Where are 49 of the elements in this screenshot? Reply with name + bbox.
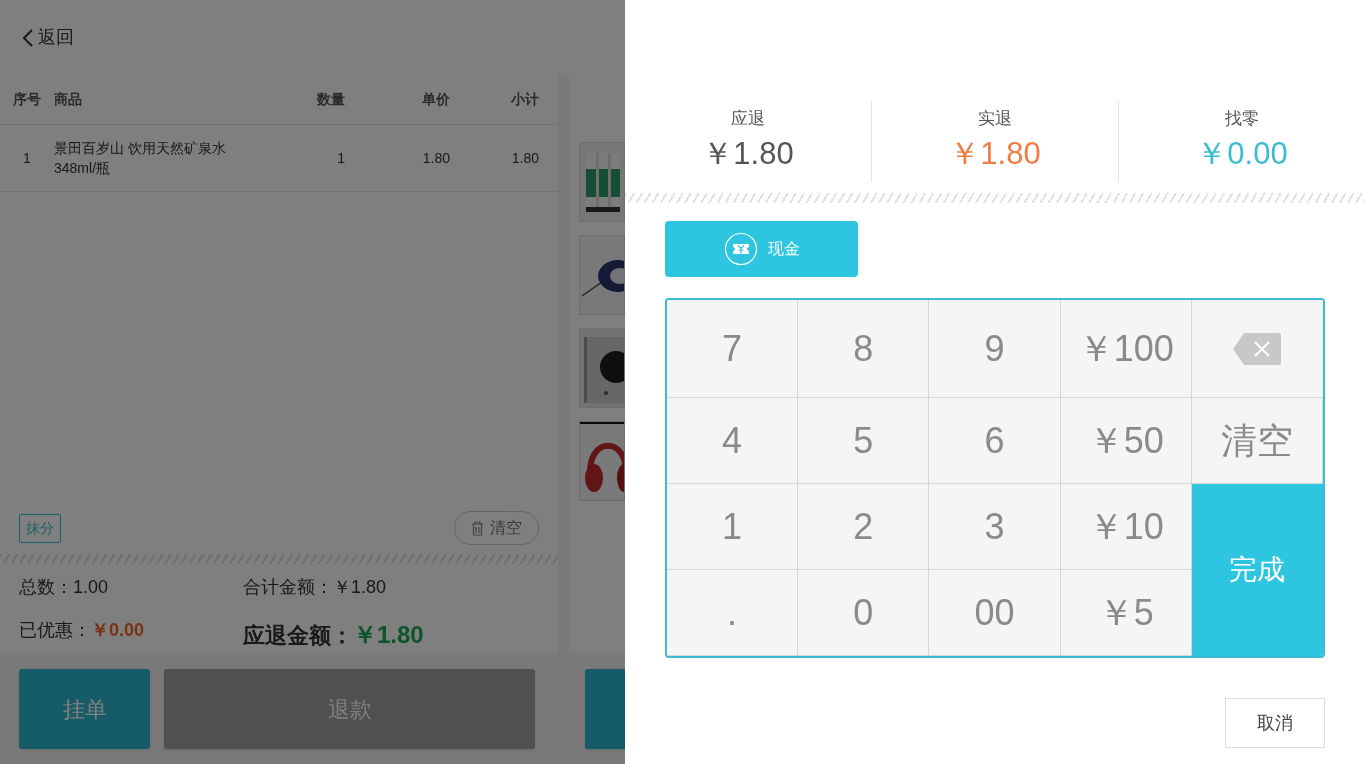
back-icon xyxy=(22,27,34,48)
table-cell-text: 1.80 xyxy=(510,148,540,168)
keypad-key[interactable]: ￥100 xyxy=(1060,300,1192,398)
summary-label: 实退 xyxy=(978,108,1012,131)
action-button[interactable]: 挂单 xyxy=(19,669,151,749)
keypad-key[interactable]: ￥5 xyxy=(1060,570,1192,656)
tag-chip[interactable]: 抹分 xyxy=(19,513,61,543)
back-link[interactable]: 返回 xyxy=(22,24,74,51)
keypad-key[interactable]: 5 xyxy=(798,398,930,484)
backspace-key[interactable] xyxy=(1191,300,1323,398)
cash-button[interactable]: 现金 xyxy=(665,221,858,277)
discount-amount: 已优惠：￥0.00 xyxy=(19,619,146,642)
keypad-key[interactable]: ￥10 xyxy=(1060,484,1192,570)
keypad-key[interactable]: 1 xyxy=(667,484,799,570)
summary-label: 找零 xyxy=(1225,108,1259,131)
column-header: 单价 xyxy=(421,90,450,109)
keypad-key[interactable]: ￥50 xyxy=(1060,398,1192,484)
column-header: 数量 xyxy=(316,90,345,109)
summary-amount: ￥0.00 xyxy=(1196,134,1288,173)
table-cell-text: 1 xyxy=(336,148,345,168)
total-amount: 合计金额：￥1.80 xyxy=(243,576,388,599)
column-header: 序号 xyxy=(12,90,42,109)
keypad-key[interactable]: 2 xyxy=(798,484,930,570)
backspace-icon xyxy=(1232,331,1283,366)
table-cell-text: 1 xyxy=(22,148,32,168)
summary-amount: ￥1.80 xyxy=(949,134,1041,173)
cash-icon xyxy=(723,232,758,266)
done-button[interactable]: 完成 xyxy=(1191,484,1323,656)
button-edge[interactable] xyxy=(585,669,625,749)
column-header: 小计 xyxy=(510,90,540,109)
keypad-key[interactable]: 7 xyxy=(667,300,799,398)
refund-due-amount: 应退金额：￥1.80 xyxy=(243,620,425,650)
cancel-button[interactable]: 取消 xyxy=(1225,698,1325,748)
keypad-key[interactable]: 9 xyxy=(929,300,1061,398)
keypad-key[interactable]: 0 xyxy=(798,570,930,656)
table-cell-text: 景田百岁山 饮用天然矿泉水348ml/瓶 xyxy=(54,139,227,178)
trash-icon xyxy=(471,520,484,536)
keypad-key[interactable]: 3 xyxy=(929,484,1061,570)
table-cell-text: 1.80 xyxy=(421,148,450,168)
summary-label: 应退 xyxy=(731,108,765,131)
keypad-key[interactable]: 00 xyxy=(929,570,1061,656)
summary-amount: ￥1.80 xyxy=(702,134,794,173)
keypad-key[interactable]: 4 xyxy=(667,398,799,484)
column-header: 商品 xyxy=(54,90,83,109)
keypad-key[interactable]: 清空 xyxy=(1191,398,1323,484)
keypad-key[interactable]: 8 xyxy=(798,300,930,398)
keypad-key[interactable]: 6 xyxy=(929,398,1061,484)
keypad-key[interactable]: . xyxy=(667,570,799,656)
total-count: 总数：1.00 xyxy=(19,576,110,599)
